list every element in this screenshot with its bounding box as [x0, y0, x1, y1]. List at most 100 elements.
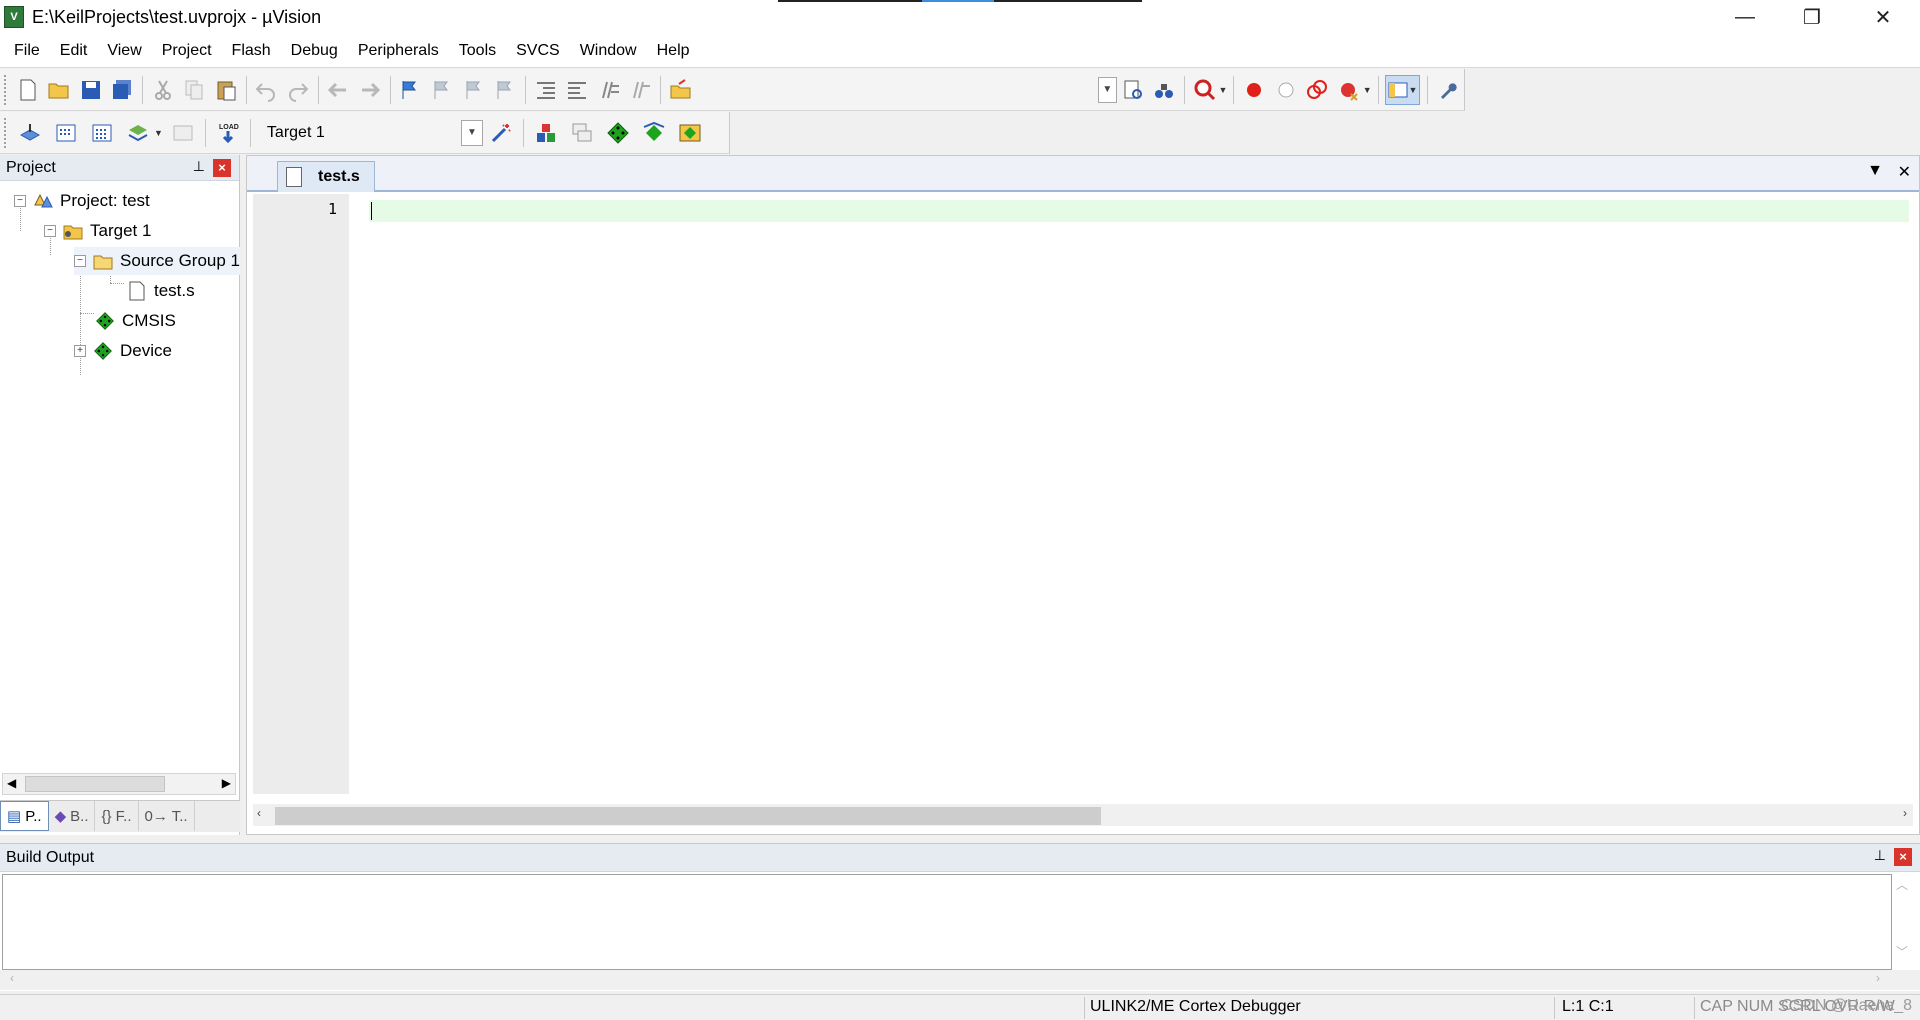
disable-all-breakpoints-button[interactable] — [1305, 75, 1331, 105]
translate-button[interactable] — [15, 118, 45, 148]
find-in-files-button[interactable] — [668, 75, 694, 105]
nav-back-button[interactable] — [326, 75, 352, 105]
collapse-icon[interactable]: − — [74, 255, 86, 267]
tab-project[interactable]: ▤ P.. — [0, 801, 49, 831]
menu-tools[interactable]: Tools — [449, 34, 506, 68]
tree-item-file[interactable]: test.s — [126, 277, 195, 305]
current-line-highlight[interactable] — [369, 200, 1909, 222]
toolbar-grip[interactable] — [4, 74, 8, 105]
expand-icon[interactable]: + — [74, 345, 86, 357]
menu-view[interactable]: View — [97, 34, 151, 68]
scroll-right-icon[interactable]: › — [1876, 971, 1880, 985]
editor-hscrollbar[interactable]: ‹ › — [253, 804, 1913, 826]
cut-button[interactable] — [150, 75, 176, 105]
scroll-left-icon[interactable]: ◀ — [7, 776, 16, 790]
nav-forward-button[interactable] — [357, 75, 383, 105]
incremental-find-button[interactable] — [1151, 75, 1177, 105]
debug-dropdown-arrow[interactable]: ▼ — [1219, 85, 1228, 95]
kill-all-breakpoints-button[interactable] — [1336, 75, 1362, 105]
collapse-icon[interactable]: − — [44, 225, 56, 237]
comment-button[interactable] — [596, 75, 622, 105]
batch-build-button[interactable] — [123, 118, 153, 148]
save-button[interactable] — [78, 75, 104, 105]
menu-peripherals[interactable]: Peripherals — [348, 34, 449, 68]
prev-bookmark-button[interactable] — [429, 75, 455, 105]
insert-breakpoint-button[interactable] — [1241, 75, 1267, 105]
tab-templates[interactable]: 0→ T.. — [139, 801, 195, 831]
undo-button[interactable] — [254, 75, 280, 105]
minimize-button[interactable]: — — [1710, 0, 1780, 34]
scroll-right-icon[interactable]: ▶ — [222, 776, 231, 790]
open-file-button[interactable] — [46, 75, 72, 105]
pin-icon[interactable]: ⊥ — [193, 158, 205, 175]
build-output-close-button[interactable]: × — [1894, 848, 1912, 866]
menu-help[interactable]: Help — [647, 34, 700, 68]
menu-file[interactable]: File — [4, 34, 50, 68]
build-hscrollbar[interactable]: ‹ › — [0, 970, 1920, 990]
close-button[interactable]: ✕ — [1848, 0, 1918, 34]
batch-build-dropdown-arrow[interactable]: ▼ — [154, 128, 163, 138]
build-output-text[interactable] — [2, 874, 1892, 970]
scroll-left-icon[interactable]: ‹ — [10, 971, 14, 985]
pin-icon[interactable]: ⊥ — [1874, 847, 1886, 864]
enable-breakpoint-button[interactable] — [1273, 75, 1299, 105]
scroll-right-icon[interactable]: › — [1903, 806, 1907, 820]
file-extensions-button[interactable] — [531, 118, 561, 148]
editor-tab-test-s[interactable]: test.s — [277, 161, 375, 192]
tree-item-cmsis[interactable]: CMSIS — [94, 307, 176, 335]
project-hscrollbar[interactable]: ◀ ▶ — [2, 773, 236, 795]
close-tab-icon[interactable]: ✕ — [1898, 162, 1911, 182]
pack-installer-button[interactable] — [675, 118, 705, 148]
unindent-button[interactable] — [565, 75, 591, 105]
manage-rte-button[interactable] — [603, 118, 633, 148]
menu-window[interactable]: Window — [570, 34, 647, 68]
scroll-thumb[interactable] — [25, 776, 165, 792]
tab-list-dropdown-icon[interactable]: ▼ — [1867, 162, 1883, 180]
collapse-icon[interactable]: − — [14, 195, 26, 207]
save-all-button[interactable] — [109, 75, 135, 105]
redo-button[interactable] — [285, 75, 311, 105]
stop-build-button[interactable] — [168, 118, 198, 148]
window-layout-button[interactable]: ▼ — [1385, 74, 1421, 105]
target-dropdown-arrow[interactable]: ▼ — [460, 119, 483, 146]
tab-functions[interactable]: {} F.. — [95, 801, 139, 831]
scroll-thumb[interactable] — [275, 807, 1101, 825]
insert-bookmark-button[interactable] — [398, 75, 424, 105]
build-button[interactable] — [51, 118, 81, 148]
next-bookmark-button[interactable] — [461, 75, 487, 105]
debug-session-button[interactable] — [1192, 75, 1218, 105]
build-vscrollbar[interactable]: ︿ ﹀ — [1896, 876, 1912, 966]
find-button[interactable] — [1120, 75, 1146, 105]
toolbar-grip[interactable] — [4, 117, 8, 148]
uncomment-button[interactable] — [628, 75, 654, 105]
tree-item-source-group[interactable]: − Source Group 1 — [74, 247, 241, 275]
menu-flash[interactable]: Flash — [222, 34, 281, 68]
layout-dropdown-arrow[interactable]: ▼ — [1408, 85, 1417, 95]
select-software-packs-button[interactable] — [639, 118, 669, 148]
tree-item-device[interactable]: + Device — [74, 337, 172, 365]
menu-project[interactable]: Project — [152, 34, 222, 68]
tree-item-target[interactable]: − Target 1 — [44, 217, 151, 245]
new-file-button[interactable] — [15, 75, 41, 105]
manage-multiproject-button[interactable] — [567, 118, 597, 148]
download-button[interactable]: LOAD — [213, 118, 243, 148]
indent-button[interactable] — [533, 75, 559, 105]
menu-debug[interactable]: Debug — [281, 34, 348, 68]
tree-item-project[interactable]: − Project: test — [14, 187, 150, 215]
rebuild-button[interactable] — [87, 118, 117, 148]
breakpoints-dropdown-arrow[interactable]: ▼ — [1363, 85, 1372, 95]
tab-books[interactable]: ◆ B.. — [49, 801, 96, 831]
menu-edit[interactable]: Edit — [50, 34, 98, 68]
restore-button[interactable]: ❐ — [1777, 0, 1847, 34]
paste-button[interactable] — [213, 75, 239, 105]
copy-button[interactable] — [182, 75, 208, 105]
clear-bookmarks-button[interactable] — [492, 75, 518, 105]
project-pane-close-button[interactable]: × — [213, 159, 231, 177]
scroll-left-icon[interactable]: ‹ — [257, 806, 261, 820]
target-select[interactable]: Target 1 ▼ — [261, 119, 483, 147]
menu-svcs[interactable]: SVCS — [506, 34, 570, 68]
find-combo-dropdown[interactable]: ▼ — [1097, 76, 1117, 103]
target-options-button[interactable] — [486, 118, 516, 148]
configure-button[interactable] — [1435, 75, 1461, 105]
scroll-up-icon[interactable]: ︿ — [1896, 876, 1912, 893]
